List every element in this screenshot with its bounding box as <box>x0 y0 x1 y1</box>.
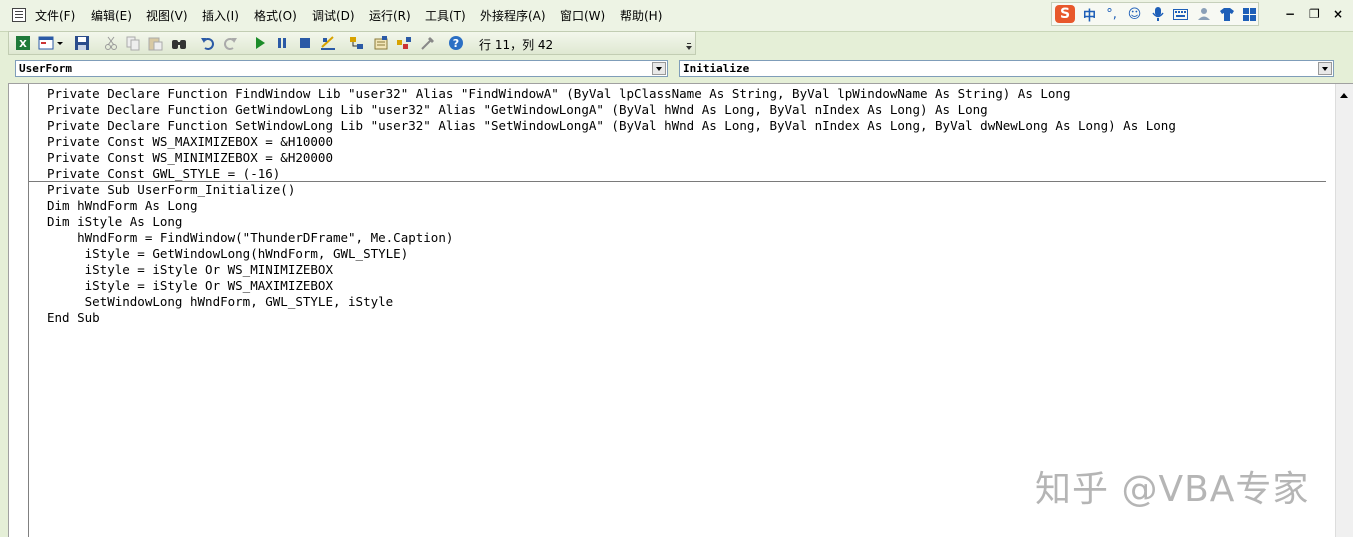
chevron-down-icon[interactable] <box>1318 62 1332 75</box>
cursor-position-status: 行 11，列 42 <box>479 38 554 52</box>
menu-tools[interactable]: 工具(T) <box>420 7 475 25</box>
scroll-up-icon[interactable] <box>1336 87 1352 103</box>
close-button[interactable]: × <box>1333 7 1343 21</box>
restore-button[interactable]: ❐ <box>1309 7 1320 21</box>
svg-text:X: X <box>19 39 27 50</box>
code-line[interactable]: Dim hWndForm As Long <box>47 198 1327 214</box>
paste-icon[interactable] <box>147 35 163 51</box>
menu-bar: 文件(F) 编辑(E) 视图(V) 插入(I) 格式(O) 调试(D) 运行(R… <box>0 0 1353 32</box>
code-selectors: UserForm Initialize <box>0 56 1353 82</box>
code-line[interactable]: Private Declare Function SetWindowLong L… <box>47 118 1327 134</box>
standard-toolbar: X ? 行 11，列 42 <box>8 31 696 55</box>
svg-text:?: ? <box>453 37 459 50</box>
code-line[interactable]: Private Const GWL_STYLE = (-16) <box>47 166 1327 182</box>
window-controls: − ❐ × <box>1285 7 1343 21</box>
menu-items: 文件(F) 编辑(E) 视图(V) 插入(I) 格式(O) 调试(D) 运行(R… <box>30 7 675 25</box>
minimize-button[interactable]: − <box>1285 7 1295 21</box>
break-icon[interactable] <box>274 35 290 51</box>
code-window-icon[interactable] <box>12 8 26 22</box>
code-line[interactable]: iStyle = iStyle Or WS_MINIMIZEBOX <box>47 262 1327 278</box>
procedure-dropdown[interactable]: Initialize <box>679 60 1334 77</box>
code-line[interactable]: Private Sub UserForm_Initialize() <box>47 182 1327 198</box>
watermark: 知乎 @VBA专家 <box>1035 469 1310 510</box>
menu-debug[interactable]: 调试(D) <box>307 7 364 25</box>
microphone-icon[interactable] <box>1150 7 1165 22</box>
code-line[interactable]: End Sub <box>47 310 1327 326</box>
code-text[interactable]: Private Declare Function FindWindow Lib … <box>47 86 1327 326</box>
emoji-icon[interactable]: ☺ <box>1127 7 1142 22</box>
user-icon[interactable] <box>1196 7 1211 22</box>
margin-indicator-bar[interactable] <box>9 84 29 537</box>
chevron-down-icon[interactable] <box>652 62 666 75</box>
dropdown-arrow-icon[interactable] <box>56 35 64 51</box>
ime-language-toggle[interactable]: 中 <box>1083 5 1096 24</box>
toolbox-grid-icon[interactable] <box>1242 7 1257 22</box>
menu-run[interactable]: 运行(R) <box>364 7 420 25</box>
procedure-separator <box>29 181 1326 182</box>
code-line[interactable]: Dim iStyle As Long <box>47 214 1327 230</box>
cut-icon[interactable] <box>103 35 119 51</box>
sogou-logo-icon[interactable]: S <box>1055 5 1075 23</box>
undo-icon[interactable] <box>200 35 216 51</box>
menu-addins[interactable]: 外接程序(A) <box>475 7 555 25</box>
code-line[interactable]: SetWindowLong hWndForm, GWL_STYLE, iStyl… <box>47 294 1327 310</box>
code-line[interactable]: Private Const WS_MINIMIZEBOX = &H20000 <box>47 150 1327 166</box>
ime-toolbar: S 中 °, ☺ <box>1051 2 1259 26</box>
menu-edit[interactable]: 编辑(E) <box>86 7 141 25</box>
object-dropdown-value: UserForm <box>19 62 72 75</box>
toolbox-icon[interactable] <box>420 35 436 51</box>
vertical-scrollbar[interactable] <box>1335 84 1353 537</box>
menu-file[interactable]: 文件(F) <box>30 7 86 25</box>
code-line[interactable]: hWndForm = FindWindow("ThunderDFrame", M… <box>47 230 1327 246</box>
menu-format[interactable]: 格式(O) <box>249 7 307 25</box>
code-line[interactable]: Private Declare Function FindWindow Lib … <box>47 86 1327 102</box>
code-line[interactable]: iStyle = GetWindowLong(hWndForm, GWL_STY… <box>47 246 1327 262</box>
copy-icon[interactable] <box>125 35 141 51</box>
properties-icon[interactable] <box>373 35 389 51</box>
skin-shirt-icon[interactable] <box>1219 7 1234 22</box>
code-line[interactable]: Private Declare Function GetWindowLong L… <box>47 102 1327 118</box>
menu-help[interactable]: 帮助(H) <box>615 7 675 25</box>
run-icon[interactable] <box>252 35 268 51</box>
procedure-dropdown-value: Initialize <box>683 62 750 75</box>
punctuation-icon[interactable]: °, <box>1104 7 1119 22</box>
object-dropdown[interactable]: UserForm <box>15 60 668 77</box>
menu-insert[interactable]: 插入(I) <box>197 7 249 25</box>
menu-view[interactable]: 视图(V) <box>141 7 197 25</box>
find-icon[interactable] <box>171 35 187 51</box>
reset-icon[interactable] <box>297 35 313 51</box>
code-line[interactable]: Private Const WS_MAXIMIZEBOX = &H10000 <box>47 134 1327 150</box>
code-line[interactable]: iStyle = iStyle Or WS_MAXIMIZEBOX <box>47 278 1327 294</box>
toolbar-options-icon[interactable] <box>685 34 693 52</box>
object-browser-icon[interactable] <box>396 35 412 51</box>
excel-icon[interactable]: X <box>15 35 31 51</box>
help-icon[interactable]: ? <box>448 35 464 51</box>
redo-icon[interactable] <box>222 35 238 51</box>
keyboard-icon[interactable] <box>1173 7 1189 22</box>
save-icon[interactable] <box>74 35 90 51</box>
design-mode-icon[interactable] <box>320 35 336 51</box>
userform-icon[interactable] <box>38 35 54 51</box>
project-explorer-icon[interactable] <box>349 35 365 51</box>
menu-window[interactable]: 窗口(W) <box>555 7 615 25</box>
